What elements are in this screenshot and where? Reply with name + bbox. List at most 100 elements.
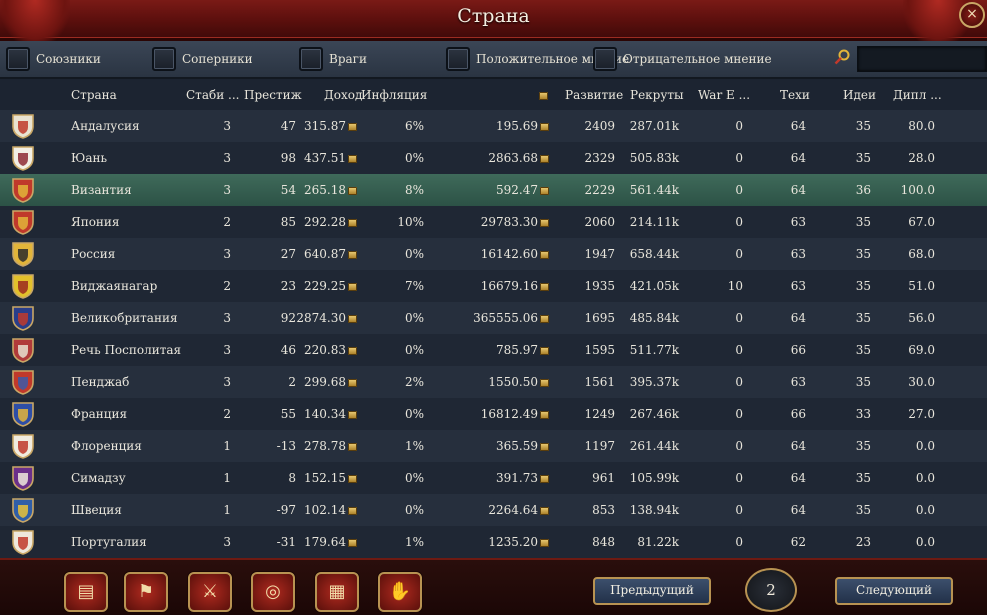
cell-value: 2 [288,375,296,389]
cell-value: 35 [855,119,871,133]
cell-country[interactable]: Швеция [71,503,122,517]
table-row[interactable]: Византия 3 54 265.18 8% 592.47 2229 561.44k 0 64 3… [0,174,987,206]
country-flag-icon[interactable] [11,209,35,235]
table-row[interactable]: Речь Посполитая 3 46 220.83 0% 785.97 1595 511.… [0,334,987,366]
cell-country[interactable]: Португалия [71,535,147,549]
cell-country[interactable]: Япония [71,215,119,229]
crossed-swords-icon[interactable]: ⚔ [188,572,232,612]
country-flag-icon[interactable] [11,273,35,299]
cell-country[interactable]: Юань [71,151,107,165]
filter-label: Соперники [182,52,253,66]
cell-country[interactable]: Андалусия [71,119,140,133]
column-header-diplomacy[interactable]: Дипл ... [893,88,942,102]
table-row[interactable]: Швеция 1 -97 102.14 0% 2264.64 853 138.94k 0 64 35… [0,494,987,526]
cell-treasury: 785.97 [496,343,549,357]
close-icon[interactable]: × [959,2,985,28]
column-header-country[interactable]: Страна [71,88,117,102]
column-header-tech[interactable]: Техи [780,88,810,102]
cell-country[interactable]: Виджаянагар [71,279,157,293]
cell-value: 69.0 [908,343,935,357]
cell-value: 0% [404,407,424,421]
table-row[interactable]: Андалусия 3 47 315.87 6% 195.69 2409 287.01k 0 64… [0,110,987,142]
country-flag-icon[interactable] [11,401,35,427]
filter-rivals[interactable]: Соперники [152,47,253,71]
cell-country[interactable]: Византия [71,183,132,197]
ledger-icon[interactable]: ▤ [64,572,108,612]
cell-value: Речь Посполитая [71,343,182,357]
cell-value: Симадзу [71,471,126,485]
handshake-icon[interactable]: ✋ [378,572,422,612]
cell-country[interactable]: Пенджаб [71,375,129,389]
table-row[interactable]: Япония 2 85 292.28 10% 29783.30 2060 214.11k 0 63… [0,206,987,238]
cell-value: 292.28 [304,215,346,229]
previous-button[interactable]: Предыдущий [593,577,711,605]
column-header-development[interactable]: Развитие [565,88,623,102]
country-flag-icon[interactable] [11,177,35,203]
country-flag-icon[interactable] [11,497,35,523]
cell-country[interactable]: Симадзу [71,471,126,485]
cell-country[interactable]: Россия [71,247,115,261]
table-row[interactable]: Юань 3 98 437.51 0% 2863.68 2329 505.83k 0 64 35 28… [0,142,987,174]
cell-value: 16142.60 [480,247,538,261]
cell-country[interactable]: Флоренция [71,439,142,453]
country-flag-icon[interactable] [11,369,35,395]
cell-value: 138.94k [629,503,679,517]
column-header-war-exhaustion[interactable]: War E ... [698,88,750,102]
cell-country[interactable]: Великобритания [71,311,178,325]
column-header-treasury[interactable] [537,88,548,102]
country-flag-icon[interactable] [11,145,35,171]
coin-icon [540,443,549,451]
table-row[interactable]: Пенджаб 3 2 299.68 2% 1550.50 1561 395.37k 0 63 35… [0,366,987,398]
checkbox[interactable] [593,47,617,71]
country-flag-icon[interactable] [11,305,35,331]
cell-value: 2060 [584,215,615,229]
column-header-prestige[interactable]: Престиж [244,88,302,102]
cell-war-exhaustion: 0 [735,503,743,517]
column-header-income[interactable]: Доход [324,88,362,102]
filter-negative-opinion[interactable]: Отрицательное мнение [593,47,772,71]
buildings-icon[interactable]: ▦ [315,572,359,612]
cell-treasury: 391.73 [496,471,549,485]
table-row[interactable]: Флоренция 1 -13 278.78 1% 365.59 1197 261.44k 0 6… [0,430,987,462]
country-flag-icon[interactable] [11,465,35,491]
country-flag-icon[interactable] [11,337,35,363]
cell-country[interactable]: Франция [71,407,127,421]
country-flag-icon[interactable] [11,241,35,267]
cell-value: 395.37k [629,375,679,389]
cell-value: 1249 [584,407,615,421]
filter-enemies[interactable]: Враги [299,47,367,71]
table-row[interactable]: Симадзу 1 8 152.15 0% 391.73 961 105.99k 0 64 35 0.… [0,462,987,494]
coins-icon[interactable]: ◎ [251,572,295,612]
country-flag-icon[interactable] [11,529,35,555]
cell-value: 1561 [584,375,615,389]
flags-icon[interactable]: ⚑ [124,572,168,612]
next-button[interactable]: Следующий [835,577,953,605]
column-header-manpower[interactable]: Рекруты [630,88,684,102]
cell-value: 1595 [584,343,615,357]
table-row[interactable]: Португалия 3 -31 179.64 1% 1235.20 848 81.22k 0 6… [0,526,987,558]
checkbox[interactable] [152,47,176,71]
filter-allies[interactable]: Союзники [6,47,101,71]
search-input[interactable] [857,46,987,72]
checkbox[interactable] [6,47,30,71]
country-flag-icon[interactable] [11,433,35,459]
cell-ideas: 36 [856,183,871,197]
table-row[interactable]: Великобритания 3 92 2874.30 0% 365555.06 1695 4… [0,302,987,334]
cell-treasury: 1550.50 [488,375,549,389]
cell-tech: 64 [791,311,806,325]
table-row[interactable]: Россия 3 27 640.87 0% 16142.60 1947 658.44k 0 63 3… [0,238,987,270]
coin-icon [348,507,357,515]
checkbox[interactable] [299,47,323,71]
checkbox[interactable] [446,47,470,71]
column-header-stability[interactable]: Стаби ... [186,88,239,102]
column-header-ideas[interactable]: Идеи [843,88,876,102]
cell-country[interactable]: Речь Посполитая [71,343,181,357]
search-icon[interactable] [834,49,850,65]
country-flag-icon[interactable] [11,113,35,139]
column-header-inflation[interactable]: Инфляция [361,88,427,102]
cell-value: 51.0 [908,279,935,293]
cell-inflation: 6% [405,119,424,133]
table-row[interactable]: Виджаянагар 2 23 229.25 7% 16679.16 1935 421.05… [0,270,987,302]
cell-diplomacy: 0.0 [916,535,935,549]
table-row[interactable]: Франция 2 55 140.34 0% 16812.49 1249 267.46k 0 66… [0,398,987,430]
